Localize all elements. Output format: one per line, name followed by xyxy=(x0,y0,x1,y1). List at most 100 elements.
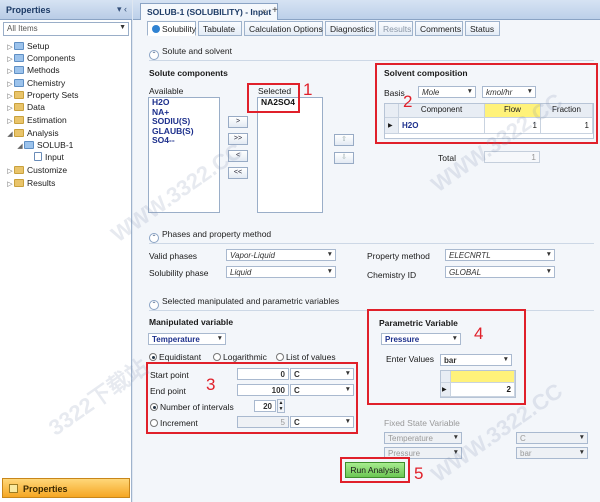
tree-item-setup[interactable]: ▷ Setup xyxy=(6,40,49,52)
chevron-down-icon: ▼ xyxy=(452,449,459,456)
solubility-phase-label: Solubility phase xyxy=(149,268,209,278)
tree-item-label: Components xyxy=(27,53,76,63)
property-method-combo[interactable]: ELECNRTL ▼ xyxy=(445,249,555,261)
manipulated-variable-combo[interactable]: Temperature ▼ xyxy=(148,333,226,345)
nav-pin-icon[interactable]: ▾ ‹ xyxy=(117,4,127,15)
tree-item-chemistry[interactable]: ▷ Chemistry xyxy=(6,77,65,89)
tree-item-label: Data xyxy=(27,102,45,112)
document-tab[interactable]: SOLUB-1 (SOLUBILITY) - Input xyxy=(140,3,279,20)
tree-item-label: Customize xyxy=(27,165,68,175)
tab-results[interactable]: Results xyxy=(378,21,413,36)
tree-item-estimation[interactable]: ▷ Estimation xyxy=(6,114,67,126)
total-label: Total xyxy=(438,153,456,163)
chevron-down-icon: ▼ xyxy=(326,251,333,258)
folder-icon xyxy=(14,166,24,174)
available-item[interactable]: SO4-- xyxy=(149,135,219,146)
fixed-state-title: Fixed State Variable xyxy=(384,418,460,428)
folder-icon xyxy=(14,179,24,187)
move-all-right-button[interactable]: >> xyxy=(228,133,248,145)
collapse-icon: ⌃ xyxy=(149,233,159,243)
chevron-down-icon: ▼ xyxy=(545,251,552,258)
total-value: 1 xyxy=(484,151,540,163)
tree-item-label: Methods xyxy=(27,65,60,75)
tree-item-methods[interactable]: ▷ Methods xyxy=(6,64,60,76)
logarithmic-radio[interactable]: Logarithmic xyxy=(213,352,267,362)
tab-diagnostics[interactable]: Diagnostics xyxy=(325,21,376,36)
annotation-number-5: 5 xyxy=(414,464,424,483)
tab-tabulate[interactable]: Tabulate xyxy=(198,21,242,36)
nav-filter-combo[interactable]: All Items ▼ xyxy=(3,22,129,36)
phases-section-header[interactable]: ⌃ Phases and property method xyxy=(149,229,271,243)
solubility-phase-combo[interactable]: Liquid ▼ xyxy=(226,266,336,278)
form-icon xyxy=(34,152,42,161)
tree-item-property-sets[interactable]: ▷ Property Sets xyxy=(6,89,79,101)
collapse-icon: ⌃ xyxy=(149,300,159,310)
folder-icon xyxy=(14,129,24,137)
tab-solubility[interactable]: Solubility xyxy=(147,21,196,36)
list-of-values-radio[interactable]: List of values xyxy=(276,352,336,362)
expand-icon[interactable]: ▷ xyxy=(6,179,14,191)
fixed-unit-2-combo[interactable]: bar ▼ xyxy=(516,447,588,459)
chevron-down-icon: ▼ xyxy=(578,434,585,441)
add-tab-icon[interactable]: + xyxy=(272,5,278,16)
move-right-button[interactable]: > xyxy=(228,116,248,128)
properties-nav-button[interactable]: Properties xyxy=(2,478,130,498)
tab-comments[interactable]: Comments xyxy=(415,21,463,36)
folder-ok-icon xyxy=(14,42,24,50)
tree-item-label: Estimation xyxy=(27,115,67,125)
chemistry-id-label: Chemistry ID xyxy=(367,270,417,280)
tree-item-label: Chemistry xyxy=(27,78,66,88)
valid-phases-label: Valid phases xyxy=(149,251,198,261)
fixed-variable-1-combo[interactable]: Temperature ▼ xyxy=(384,432,462,444)
fixed-unit-1-combo[interactable]: C ▼ xyxy=(516,432,588,444)
tree-item-components[interactable]: ▷ Components xyxy=(6,52,75,64)
tree-item-label: Analysis xyxy=(27,128,59,138)
tree-item-label: SOLUB-1 xyxy=(37,140,74,150)
divider xyxy=(149,243,594,244)
annotation-number-2: 2 xyxy=(403,92,413,111)
chevron-down-icon: ▼ xyxy=(545,268,552,275)
annotation-box-4 xyxy=(367,309,526,405)
chevron-down-icon: ▼ xyxy=(119,24,126,31)
tree-item-results[interactable]: ▷ Results xyxy=(6,177,55,189)
available-items: H2O NA+ SODIU(S) GLAUB(S) SO4-- xyxy=(149,97,219,146)
nav-filter-value: All Items xyxy=(7,24,38,33)
move-down-button[interactable]: ⇩ xyxy=(334,152,354,164)
valid-phases-combo[interactable]: Vapor-Liquid ▼ xyxy=(226,249,336,261)
chevron-down-icon: ▼ xyxy=(216,335,223,342)
properties-icon xyxy=(9,484,18,493)
equidistant-radio[interactable]: Equidistant xyxy=(149,352,201,362)
available-label: Available xyxy=(149,86,184,96)
solute-components-title: Solute components xyxy=(149,68,228,78)
manipulated-variable-title: Manipulated variable xyxy=(149,317,234,327)
tree-item-solub-1[interactable]: ◢ SOLUB-1 xyxy=(16,139,73,151)
annotation-number-1: 1 xyxy=(303,80,313,99)
properties-nav-label: Properties xyxy=(23,484,68,494)
move-all-left-button[interactable]: << xyxy=(228,167,248,179)
tab-status[interactable]: Status xyxy=(465,21,500,36)
expand-icon[interactable]: ◢ xyxy=(16,141,24,153)
tree-item-label: Property Sets xyxy=(27,90,79,100)
tree-item-label: Input xyxy=(45,152,64,162)
property-method-label: Property method xyxy=(367,251,430,261)
tree-item-input[interactable]: Input xyxy=(26,151,64,163)
variables-section-header[interactable]: ⌃ Selected manipulated and parametric var… xyxy=(149,296,339,310)
chevron-down-icon: ▼ xyxy=(578,449,585,456)
tab-calculation-options[interactable]: Calculation Options xyxy=(244,21,323,36)
tree-item-customize[interactable]: ▷ Customize xyxy=(6,164,67,176)
expand-icon[interactable]: ◢ xyxy=(6,129,14,141)
available-list[interactable]: H2O NA+ SODIU(S) GLAUB(S) SO4-- xyxy=(148,97,220,213)
move-up-button[interactable]: ⇧ xyxy=(334,134,354,146)
tree-item-analysis[interactable]: ◢ Analysis xyxy=(6,127,59,141)
folder-ok-icon xyxy=(24,141,34,149)
folder-icon xyxy=(14,91,24,99)
tree-item-label: Setup xyxy=(27,41,50,51)
tree-item-data[interactable]: ▷ Data xyxy=(6,101,45,113)
move-left-button[interactable]: < xyxy=(228,150,248,162)
selected-list[interactable]: NA2SO4 xyxy=(257,97,323,213)
folder-ok-icon xyxy=(14,79,24,87)
divider xyxy=(149,60,594,61)
chemistry-id-combo[interactable]: GLOBAL ▼ xyxy=(445,266,555,278)
close-icon[interactable]: × xyxy=(262,7,267,16)
solute-section-header[interactable]: ⌃ Solute and solvent xyxy=(149,46,232,60)
